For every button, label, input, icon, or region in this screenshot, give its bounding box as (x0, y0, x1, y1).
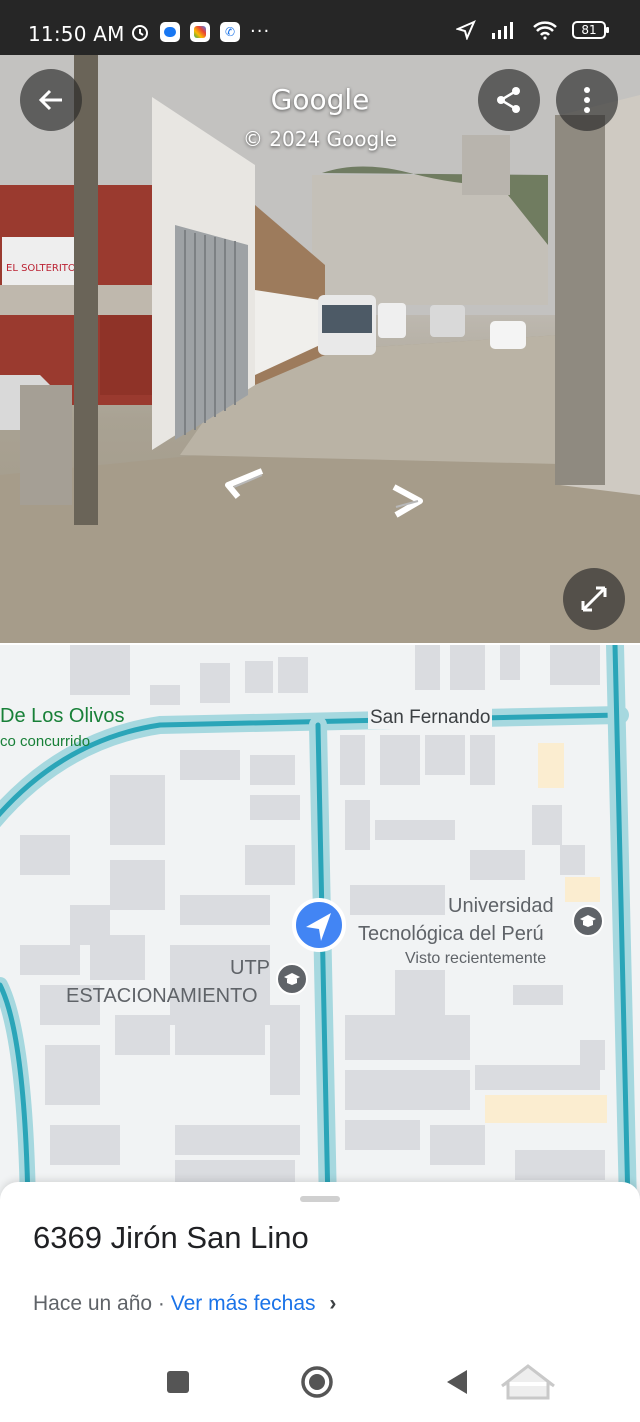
svg-text:EL SOLTERITO: EL SOLTERITO (6, 263, 76, 274)
poi-label-universidad[interactable]: Universidad (448, 895, 554, 918)
date-prefix: Hace un año · (33, 1292, 171, 1315)
poi-label-utp[interactable]: UTP (230, 957, 270, 980)
poi-label-utp-name[interactable]: Tecnológica del Perú (358, 923, 544, 946)
share-icon (497, 87, 520, 113)
more-dates-link[interactable]: Ver más fechas (171, 1292, 316, 1315)
system-nav-bar (0, 1332, 640, 1422)
arrow-back-icon (38, 89, 62, 111)
location-icon (456, 20, 476, 40)
school-pin-icon[interactable] (276, 963, 308, 995)
sheet-drag-handle[interactable] (300, 1196, 340, 1202)
school-pin-icon[interactable] (572, 905, 604, 937)
wifi-icon (533, 21, 557, 40)
expand-button[interactable] (563, 568, 625, 630)
back-nav-button[interactable] (445, 1369, 469, 1395)
more-options-button[interactable] (556, 69, 618, 131)
home-button[interactable] (300, 1365, 334, 1399)
info-sheet[interactable]: 6369 Jirón San Lino Hace un año · Ver má… (0, 1182, 640, 1422)
date-row: Hace un año · Ver más fechas › (33, 1292, 336, 1316)
signal-icon (492, 22, 513, 39)
status-right-icons: 81 (456, 20, 609, 40)
battery-indicator: 81 (572, 21, 609, 39)
nav-arrow-right[interactable] (388, 483, 428, 519)
poi-label-visto: Visto recientemente (405, 950, 547, 967)
street-label-san-fernando: San Fernando (368, 707, 493, 729)
nav-arrow-left[interactable] (222, 467, 264, 501)
street-view-panorama[interactable]: EL SOLTERITO Google © 2024 Google (0, 55, 640, 643)
poi-label-estacionamiento[interactable]: ESTACIONAMIENTO (66, 985, 258, 1008)
more-vert-icon (584, 87, 590, 113)
status-bar: 11:50 AM ✆ ··· 81 (0, 0, 640, 60)
streetview-copyright: © 2024 Google (242, 127, 398, 151)
alarm-icon (132, 24, 148, 41)
map-canvas (0, 645, 640, 1205)
streetview-google-title: Google (270, 83, 370, 116)
expand-icon (581, 586, 607, 612)
map-view[interactable]: De Los Olivos co concurrido San Fernando… (0, 645, 640, 1205)
watermark-house-icon (501, 1364, 555, 1400)
chevron-right-icon[interactable]: › (329, 1292, 336, 1315)
messenger-icon (160, 21, 180, 42)
status-app-icons: ✆ ··· (130, 21, 270, 42)
status-time: 11:50 AM (28, 22, 125, 46)
recents-button[interactable] (166, 1370, 190, 1394)
phone-icon: ✆ (220, 21, 240, 42)
address-title: 6369 Jirón San Lino (33, 1220, 309, 1255)
app-icon (190, 21, 210, 42)
map-label-concurrido: co concurrido (0, 733, 91, 750)
back-button[interactable] (20, 69, 82, 131)
share-button[interactable] (478, 69, 540, 131)
more-icon: ··· (250, 21, 271, 42)
map-label-olivos: De Los Olivos (0, 705, 125, 727)
